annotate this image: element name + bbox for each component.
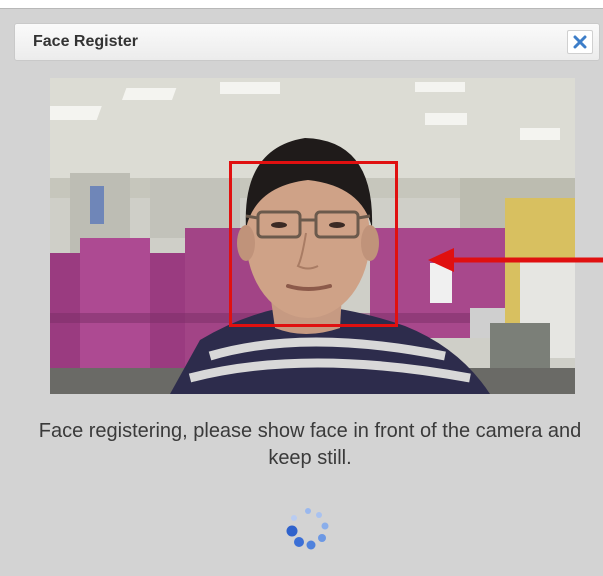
close-icon	[573, 35, 587, 49]
dialog-title: Face Register	[33, 33, 138, 50]
dialog-header: Face Register	[14, 23, 600, 61]
face-detection-box	[229, 161, 398, 327]
status-message: Face registering, please show face in fr…	[38, 420, 582, 469]
loading-spinner-icon	[286, 508, 329, 550]
close-button[interactable]	[567, 30, 593, 54]
arrow-left-icon	[428, 248, 603, 272]
